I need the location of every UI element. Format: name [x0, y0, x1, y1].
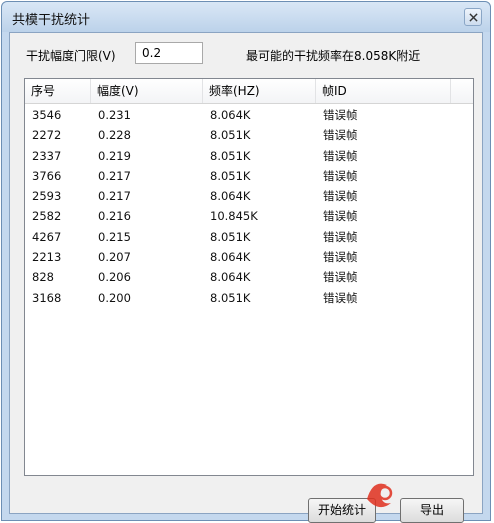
cell-amplitude: 0.217	[98, 189, 131, 204]
cell-index: 2337	[32, 148, 62, 163]
close-button[interactable]	[464, 8, 482, 26]
table-row[interactable]: 4267 0.215 8.051K 错误帧	[25, 227, 473, 247]
cell-frequency: 8.064K	[210, 250, 251, 265]
cell-amplitude: 0.215	[98, 229, 131, 244]
column-header-amplitude[interactable]: 幅度(V)	[91, 79, 203, 103]
cell-frequency: 10.845K	[210, 209, 258, 224]
cell-frequency: 8.051K	[210, 128, 251, 143]
cell-frequency: 8.064K	[210, 189, 251, 204]
cell-frame-id: 错误帧	[323, 128, 358, 143]
cell-amplitude: 0.231	[98, 108, 131, 122]
cell-amplitude: 0.206	[98, 270, 131, 285]
cell-amplitude: 0.200	[98, 290, 131, 305]
cell-amplitude: 0.216	[98, 209, 131, 224]
table-row[interactable]: 2272 0.228 8.051K 错误帧	[25, 125, 473, 145]
list-header: 序号 幅度(V) 频率(HZ) 帧ID	[25, 79, 473, 104]
cell-frequency: 8.051K	[210, 229, 251, 244]
cell-frame-id: 错误帧	[323, 250, 358, 265]
cell-frequency: 8.064K	[210, 270, 251, 285]
dialog-client-area: 干扰幅度门限(V) 0.2 最可能的干扰频率在8.058K附近 序号 幅度(V)…	[9, 32, 483, 523]
cell-frequency: 8.064K	[210, 108, 251, 122]
column-header-index[interactable]: 序号	[25, 79, 91, 103]
cell-index: 2593	[32, 189, 62, 204]
frequency-hint: 最可能的干扰频率在8.058K附近	[246, 49, 421, 63]
cell-index: 3168	[32, 290, 62, 305]
cell-index: 3546	[32, 108, 62, 122]
cell-frequency: 8.051K	[210, 148, 251, 163]
cell-amplitude: 0.219	[98, 148, 131, 163]
cell-amplitude: 0.228	[98, 128, 131, 143]
title-bar[interactable]: 共模干扰统计	[2, 2, 490, 32]
table-row[interactable]: 2593 0.217 8.064K 错误帧	[25, 186, 473, 206]
cell-amplitude: 0.207	[98, 250, 131, 265]
cell-index: 828	[32, 270, 54, 285]
cell-index: 2272	[32, 128, 62, 143]
start-stats-button[interactable]: 开始统计	[308, 498, 376, 523]
cell-frame-id: 错误帧	[323, 189, 358, 204]
cell-frame-id: 错误帧	[323, 209, 358, 224]
cell-index: 3766	[32, 168, 62, 183]
close-icon	[468, 12, 478, 22]
table-row[interactable]: 3168 0.200 8.051K 错误帧	[25, 288, 473, 308]
cell-frame-id: 错误帧	[323, 270, 358, 285]
cell-frame-id: 错误帧	[323, 229, 358, 244]
cell-frame-id: 错误帧	[323, 290, 358, 305]
cell-frequency: 8.051K	[210, 168, 251, 183]
table-row[interactable]: 2213 0.207 8.064K 错误帧	[25, 247, 473, 267]
threshold-label: 干扰幅度门限(V)	[26, 49, 116, 63]
table-row[interactable]: 2337 0.219 8.051K 错误帧	[25, 146, 473, 166]
cell-index: 2582	[32, 209, 62, 224]
table-row[interactable]: 3546 0.231 8.064K 错误帧	[25, 105, 473, 125]
table-row[interactable]: 3766 0.217 8.051K 错误帧	[25, 166, 473, 186]
interference-list[interactable]: 序号 幅度(V) 频率(HZ) 帧ID 3546 0.231 8.064K 错误帧 22…	[24, 78, 474, 476]
cell-frequency: 8.051K	[210, 290, 251, 305]
table-row[interactable]: 828 0.206 8.064K 错误帧	[25, 267, 473, 287]
cell-frame-id: 错误帧	[323, 108, 358, 122]
cell-index: 2213	[32, 250, 62, 265]
cell-index: 4267	[32, 229, 62, 244]
cell-amplitude: 0.217	[98, 168, 131, 183]
export-button[interactable]: 导出	[400, 498, 464, 523]
dialog-window: 共模干扰统计 干扰幅度门限(V) 0.2 最可能的干扰频率在8.058K附近 序…	[1, 1, 491, 523]
window-title: 共模干扰统计	[12, 13, 91, 28]
table-row[interactable]: 2582 0.216 10.845K 错误帧	[25, 206, 473, 226]
threshold-input[interactable]: 0.2	[135, 42, 203, 64]
list-rows: 3546 0.231 8.064K 错误帧 2272 0.228 8.051K 错误帧 2337…	[25, 105, 473, 308]
cell-frame-id: 错误帧	[323, 148, 358, 163]
column-header-frequency[interactable]: 频率(HZ)	[203, 79, 316, 103]
cell-frame-id: 错误帧	[323, 168, 358, 183]
column-header-frame-id[interactable]: 帧ID	[316, 79, 451, 103]
